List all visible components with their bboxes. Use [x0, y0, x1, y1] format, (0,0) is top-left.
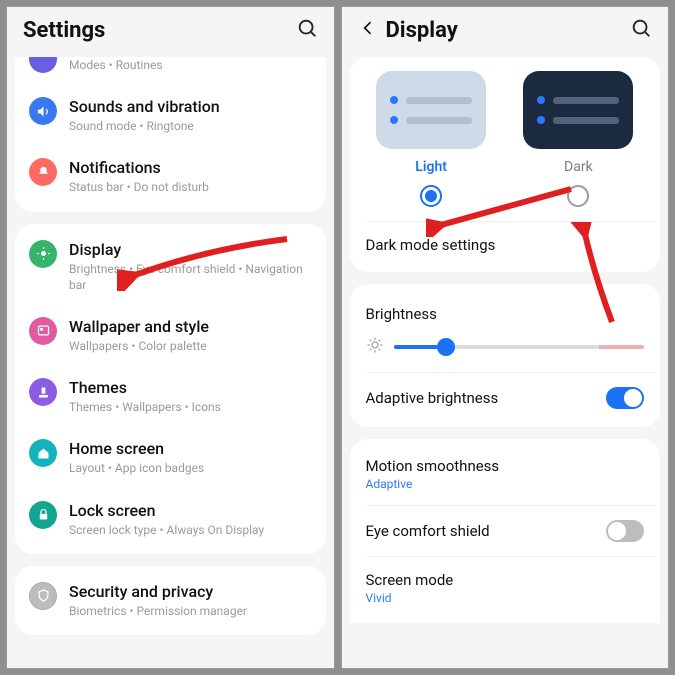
settings-item-notifications[interactable]: Notifications Status bar • Do not distur… [15, 146, 326, 207]
display-header: Display [342, 7, 669, 57]
brightness-sun-icon [366, 336, 384, 358]
settings-item-label: Wallpaper and style [69, 317, 312, 336]
display-list: Light Dark Dark mode settings B [342, 57, 669, 668]
eye-comfort-toggle[interactable] [606, 520, 644, 542]
theme-option-light[interactable]: Light [366, 71, 497, 207]
settings-item-sub: Sound mode • Ringtone [69, 118, 312, 134]
row-label: Dark mode settings [366, 236, 496, 254]
settings-item-wallpaper[interactable]: Wallpaper and style Wallpapers • Color p… [15, 305, 326, 366]
display-options-card: Motion smoothness Adaptive Eye comfort s… [350, 439, 661, 623]
adaptive-brightness-toggle[interactable] [606, 387, 644, 409]
brush-icon [29, 378, 57, 406]
settings-item-sounds[interactable]: Sounds and vibration Sound mode • Ringto… [15, 85, 326, 146]
settings-screen: Settings Modes • Routines Sounds and vib… [6, 6, 335, 669]
shield-icon [29, 582, 57, 610]
settings-item-sub: Status bar • Do not disturb [69, 179, 312, 195]
adaptive-brightness-row[interactable]: Adaptive brightness [350, 373, 661, 423]
settings-header: Settings [7, 7, 334, 57]
settings-item-label: Home screen [69, 439, 312, 458]
brightness-slider-row [350, 332, 661, 372]
settings-item-label: Lock screen [69, 501, 312, 520]
home-icon [29, 439, 57, 467]
screen-mode-row[interactable]: Screen mode Vivid [350, 557, 661, 619]
settings-item-themes[interactable]: Themes Themes • Wallpapers • Icons [15, 366, 326, 427]
settings-item-security[interactable]: Security and privacy Biometrics • Permis… [15, 570, 326, 631]
row-sub: Vivid [366, 591, 454, 605]
bell-icon [29, 158, 57, 186]
theme-label-light: Light [415, 159, 447, 175]
dark-mode-settings-row[interactable]: Dark mode settings [350, 222, 661, 268]
brightness-slider[interactable] [394, 345, 645, 349]
theme-label-dark: Dark [564, 159, 593, 175]
sun-icon [29, 240, 57, 268]
settings-item-sub: Screen lock type • Always On Display [69, 522, 312, 538]
modes-icon [29, 57, 57, 73]
settings-item-lock-screen[interactable]: Lock screen Screen lock type • Always On… [15, 489, 326, 550]
settings-item-modes[interactable]: Modes • Routines [15, 57, 326, 85]
settings-item-display[interactable]: Display Brightness • Eye comfort shield … [15, 228, 326, 305]
image-icon [29, 317, 57, 345]
radio-dark[interactable] [567, 185, 589, 207]
theme-card: Light Dark Dark mode settings [350, 57, 661, 272]
row-label: Brightness [366, 305, 437, 323]
settings-item-sub: Themes • Wallpapers • Icons [69, 399, 312, 415]
settings-list: Modes • Routines Sounds and vibration So… [7, 57, 334, 668]
theme-preview-light [376, 71, 486, 149]
eye-comfort-row[interactable]: Eye comfort shield [350, 506, 661, 556]
settings-item-sub: Modes • Routines [69, 57, 312, 73]
settings-item-label: Sounds and vibration [69, 97, 312, 116]
settings-item-sub: Wallpapers • Color palette [69, 338, 312, 354]
row-label: Eye comfort shield [366, 522, 490, 540]
settings-item-label: Security and privacy [69, 582, 312, 601]
settings-item-home-screen[interactable]: Home screen Layout • App icon badges [15, 427, 326, 488]
page-title: Settings [23, 18, 296, 43]
settings-item-sub: Biometrics • Permission manager [69, 603, 312, 619]
settings-item-label: Themes [69, 378, 312, 397]
settings-card: Security and privacy Biometrics • Permis… [15, 566, 326, 635]
settings-card: Display Brightness • Eye comfort shield … [15, 224, 326, 554]
row-sub: Adaptive [366, 477, 500, 491]
search-icon[interactable] [296, 17, 318, 43]
settings-item-label: Display [69, 240, 312, 259]
motion-smoothness-row[interactable]: Motion smoothness Adaptive [350, 443, 661, 505]
row-label: Screen mode [366, 571, 454, 589]
row-label: Motion smoothness [366, 457, 500, 475]
settings-item-label: Notifications [69, 158, 312, 177]
volume-icon [29, 97, 57, 125]
lock-icon [29, 501, 57, 529]
theme-preview-dark [523, 71, 633, 149]
row-label: Adaptive brightness [366, 389, 499, 407]
settings-item-sub: Brightness • Eye comfort shield • Naviga… [69, 261, 312, 293]
page-title: Display [386, 18, 631, 43]
display-screen: Display Light [341, 6, 670, 669]
settings-item-sub: Layout • App icon badges [69, 460, 312, 476]
brightness-card: Brightness Adaptive brightness [350, 284, 661, 427]
back-icon[interactable] [358, 18, 378, 42]
settings-card: Modes • Routines Sounds and vibration So… [15, 57, 326, 212]
radio-light[interactable] [420, 185, 442, 207]
theme-option-dark[interactable]: Dark [513, 71, 644, 207]
search-icon[interactable] [630, 17, 652, 43]
